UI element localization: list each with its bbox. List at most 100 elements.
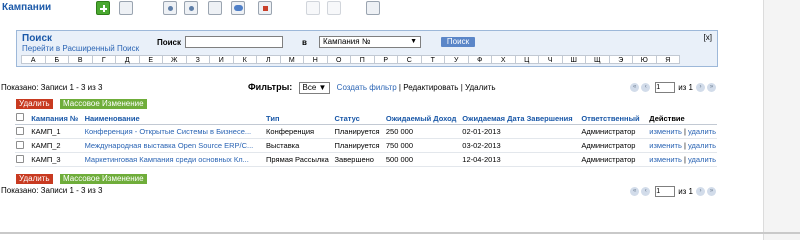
edit-filter-link[interactable]: Редактировать	[403, 83, 458, 92]
alpha-letter[interactable]: Б	[44, 55, 69, 64]
next-page-icon[interactable]: ›	[696, 187, 705, 196]
close-search-button[interactable]: [x]	[704, 33, 712, 42]
search-field-select[interactable]: Кампания № ▼	[319, 36, 421, 48]
col-end-date[interactable]: Ожидаемая Дата Завершения	[461, 112, 581, 125]
next-page-icon[interactable]: ›	[696, 83, 705, 92]
col-income[interactable]: Ожидаемый Доход	[384, 112, 462, 125]
search-input[interactable]	[185, 36, 283, 48]
last-page-icon[interactable]: »	[707, 83, 716, 92]
delete-filter-link[interactable]: Удалить	[465, 83, 496, 92]
delete-link[interactable]: удалить	[688, 155, 716, 164]
edit-icon[interactable]	[119, 1, 133, 15]
alpha-letter[interactable]: Э	[608, 55, 633, 64]
campaign-type: Прямая Рассылка	[265, 152, 334, 167]
edit-link[interactable]: изменить	[649, 141, 682, 150]
campaign-name-link[interactable]: Маркетинговая Кампания среди основных Кл…	[83, 152, 266, 167]
first-page-icon[interactable]: «	[630, 83, 640, 92]
document-icon[interactable]	[208, 1, 222, 15]
first-page-icon[interactable]: «	[630, 187, 640, 196]
alpha-letter[interactable]: И	[209, 55, 234, 64]
alpha-letter[interactable]: Ж	[162, 55, 187, 64]
alpha-letter[interactable]: Ф	[467, 55, 492, 64]
module-title[interactable]: Кампании	[2, 2, 51, 13]
tools-icon[interactable]	[366, 1, 380, 15]
campaign-status: Планируется	[333, 124, 385, 139]
alpha-letter[interactable]: Р	[373, 55, 398, 64]
footer-divider	[0, 232, 800, 234]
alpha-letter[interactable]: К	[232, 55, 257, 64]
select-all-checkbox[interactable]	[16, 113, 24, 121]
page-input[interactable]: 1	[655, 82, 676, 93]
chat-icon[interactable]	[231, 1, 245, 15]
records-shown-text-bottom: Показано: Записи 1 - 3 из 3	[1, 186, 103, 195]
campaign-end-date: 03-02-2013	[461, 138, 581, 153]
row-actions: изменить | удалить	[648, 152, 717, 167]
advanced-search-link[interactable]: Перейти в Расширенный Поиск	[22, 44, 139, 53]
mass-update-button-bottom[interactable]: Массовое Изменение	[60, 174, 147, 184]
alpha-letter[interactable]: Л	[256, 55, 281, 64]
row-checkbox[interactable]	[16, 140, 24, 149]
edit-link[interactable]: изменить	[649, 127, 682, 136]
alpha-letter[interactable]: Ц	[514, 55, 539, 64]
col-name[interactable]: Наименование	[83, 112, 266, 125]
alpha-letter[interactable]: Ч	[538, 55, 563, 64]
search-title: Поиск	[22, 33, 53, 44]
campaign-name-link[interactable]: Конференция - Открытые Системы в Бизнесе…	[83, 124, 266, 139]
last-page-icon[interactable]: »	[707, 187, 716, 196]
row-check-cell	[15, 138, 31, 153]
alpha-letter[interactable]: О	[326, 55, 351, 64]
alpha-letter[interactable]: Х	[491, 55, 516, 64]
campaign-status: Завершено	[333, 152, 385, 167]
campaign-end-date: 12-04-2013	[461, 152, 581, 167]
records-shown-text: Показано: Записи 1 - 3 из 3	[1, 83, 103, 92]
import-icon[interactable]	[258, 1, 272, 15]
campaign-name-link[interactable]: Международная выставка Open Source ERP/C…	[83, 138, 266, 153]
prev-page-icon[interactable]: ‹	[641, 83, 651, 92]
alpha-letter[interactable]: С	[397, 55, 422, 64]
col-campaign-no[interactable]: Кампания №	[30, 112, 84, 125]
alpha-letter[interactable]: В	[68, 55, 93, 64]
add-icon[interactable]	[96, 1, 110, 15]
main-area: Кампании Поиск Перейти в Расширенный Пои…	[0, 0, 762, 231]
page-input[interactable]: 1	[655, 186, 676, 197]
campaign-type: Конференция	[265, 124, 334, 139]
arrow-icon[interactable]	[306, 1, 320, 15]
alpha-letter[interactable]: М	[279, 55, 304, 64]
alpha-letter[interactable]: Д	[115, 55, 140, 64]
calendar-icon[interactable]	[163, 1, 177, 15]
create-filter-link[interactable]: Создать фильтр	[337, 83, 397, 92]
mass-update-button[interactable]: Массовое Изменение	[60, 99, 147, 109]
search-button[interactable]: Поиск	[441, 37, 475, 47]
campaign-income: 500 000	[384, 152, 462, 167]
delete-button-bottom[interactable]: Удалить	[16, 174, 53, 184]
page-of-text: из 1	[678, 83, 693, 92]
alpha-letter[interactable]: Ш	[561, 55, 586, 64]
alpha-letter[interactable]: У	[444, 55, 469, 64]
delete-link[interactable]: удалить	[688, 127, 716, 136]
alpha-letter[interactable]: Ю	[632, 55, 657, 64]
alpha-letter[interactable]: Е	[138, 55, 163, 64]
alpha-letter[interactable]: Я	[655, 55, 680, 64]
alpha-letter[interactable]: Г	[91, 55, 116, 64]
export-icon[interactable]	[327, 1, 341, 15]
campaign-no: КАМП_3	[30, 152, 84, 167]
prev-page-icon[interactable]: ‹	[641, 187, 651, 196]
alpha-letter[interactable]: Щ	[585, 55, 610, 64]
alpha-letter[interactable]: А	[21, 55, 46, 64]
col-type[interactable]: Тип	[265, 112, 334, 125]
delete-link[interactable]: удалить	[688, 141, 716, 150]
col-status[interactable]: Статус	[333, 112, 385, 125]
col-owner[interactable]: Ответственный	[580, 112, 649, 125]
alpha-letter[interactable]: Н	[303, 55, 328, 64]
filter-select[interactable]: Все ▼	[298, 82, 331, 94]
search-field-value: Кампания №	[323, 37, 371, 46]
row-checkbox[interactable]	[16, 154, 24, 163]
campaign-end-date: 02-01-2013	[461, 124, 581, 139]
delete-button[interactable]: Удалить	[16, 99, 53, 109]
clock-icon[interactable]	[184, 1, 198, 15]
alpha-letter[interactable]: З	[185, 55, 210, 64]
edit-link[interactable]: изменить	[649, 155, 682, 164]
alpha-letter[interactable]: Т	[420, 55, 445, 64]
row-checkbox[interactable]	[16, 126, 24, 135]
alpha-letter[interactable]: П	[350, 55, 375, 64]
